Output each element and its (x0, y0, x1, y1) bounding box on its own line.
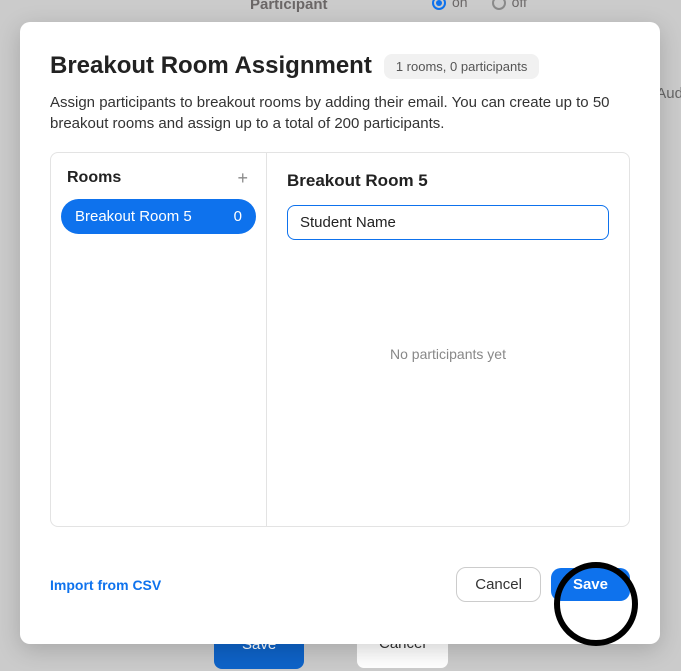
rooms-header-row: Rooms + (61, 167, 256, 199)
radio-off-label: off (512, 0, 527, 10)
modal-description: Assign participants to breakout rooms by… (50, 92, 630, 134)
radio-checked-icon (432, 0, 446, 10)
cancel-button[interactable]: Cancel (456, 567, 541, 602)
modal-footer: Import from CSV Cancel Save (50, 567, 630, 602)
radio-on-label: on (452, 0, 468, 10)
room-item-label: Breakout Room 5 (75, 208, 192, 225)
rooms-count-badge: 1 rooms, 0 participants (384, 54, 540, 79)
aud-fragment: Aud (656, 85, 681, 102)
radio-off-option[interactable]: off (492, 0, 527, 10)
rooms-header-label: Rooms (67, 169, 121, 187)
room-list-item[interactable]: Breakout Room 5 0 (61, 199, 256, 234)
import-csv-link[interactable]: Import from CSV (50, 577, 161, 593)
participant-name-input[interactable] (287, 205, 609, 240)
save-button[interactable]: Save (551, 568, 630, 601)
radio-unchecked-icon (492, 0, 506, 10)
participant-radio-group: on off (432, 0, 527, 10)
participant-label: Participant (250, 0, 328, 13)
modal-title: Breakout Room Assignment (50, 52, 372, 80)
room-item-count: 0 (234, 208, 242, 225)
radio-on-option[interactable]: on (432, 0, 468, 10)
modal-header: Breakout Room Assignment 1 rooms, 0 part… (50, 52, 630, 80)
add-room-icon[interactable]: + (233, 167, 252, 189)
rooms-panel: Rooms + Breakout Room 5 0 (51, 153, 267, 526)
footer-buttons: Cancel Save (456, 567, 630, 602)
selected-room-title: Breakout Room 5 (287, 171, 609, 191)
room-detail-panel: Breakout Room 5 No participants yet (267, 153, 629, 526)
no-participants-message: No participants yet (287, 240, 609, 508)
panels-container: Rooms + Breakout Room 5 0 Breakout Room … (50, 152, 630, 527)
breakout-modal: Breakout Room Assignment 1 rooms, 0 part… (20, 22, 660, 644)
